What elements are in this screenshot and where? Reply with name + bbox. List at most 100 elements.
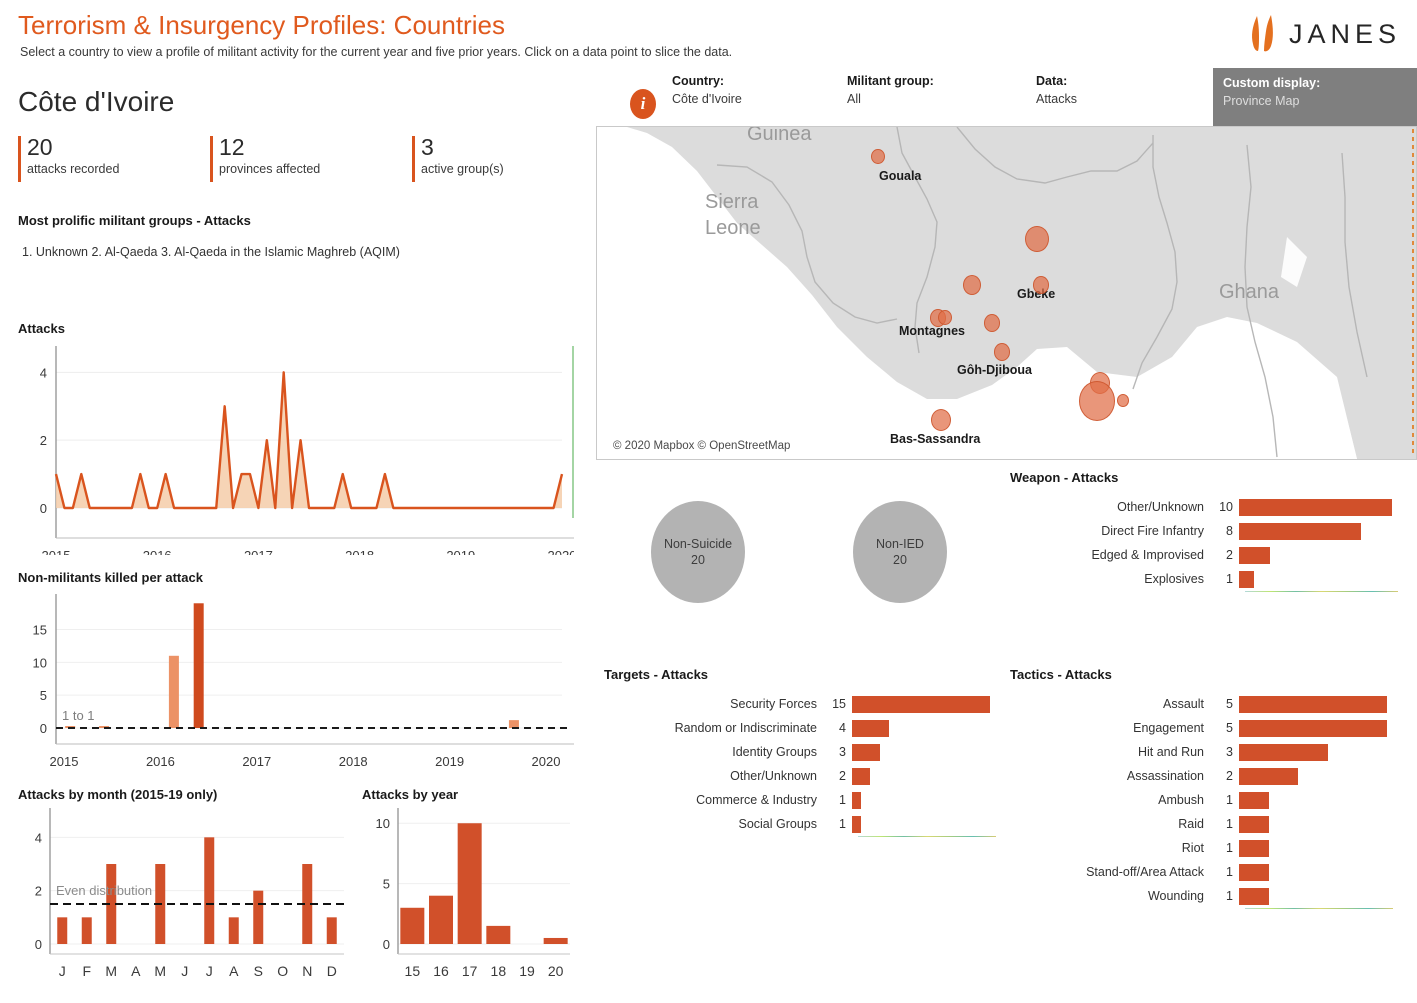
svg-text:18: 18 bbox=[491, 963, 507, 979]
map-province-label-montagnes[interactable]: Montagnes bbox=[899, 324, 965, 338]
bar-row[interactable]: Assassination 2 bbox=[1006, 764, 1411, 788]
bar-row-bar[interactable] bbox=[852, 695, 990, 713]
filter-country[interactable]: Country: Côte d'Ivoire bbox=[672, 74, 742, 106]
bar-row[interactable]: Direct Fire Infantry 8 bbox=[1006, 519, 1411, 543]
attacks-by-year-chart[interactable]: 0 5 10 15 16 17 18 19 20 bbox=[358, 806, 578, 996]
militant-groups-list[interactable]: 1. Unknown 2. Al-Qaeda 3. Al-Qaeda in th… bbox=[22, 245, 400, 259]
filter-country-value: Côte d'Ivoire bbox=[672, 92, 742, 106]
bar-row-label: Raid bbox=[1178, 817, 1204, 831]
bar-row-value: 2 bbox=[839, 769, 846, 783]
bar-row-bar[interactable] bbox=[852, 743, 880, 761]
filter-custom-display[interactable]: Custom display: Province Map bbox=[1213, 68, 1417, 126]
page-subtitle: Select a country to view a profile of mi… bbox=[20, 45, 733, 59]
tactics-attacks-chart[interactable]: Tactics - Attacks Assault 5 Engagement 5 Hit… bbox=[1006, 667, 1411, 909]
map-province-label-gouala[interactable]: Gouala bbox=[879, 169, 921, 183]
attacks-by-month-chart[interactable]: 024Even distributionJ F M A M J J A S O N D bbox=[14, 806, 354, 996]
svg-text:20: 20 bbox=[548, 963, 564, 979]
bar-row[interactable]: Riot 1 bbox=[1006, 836, 1411, 860]
bar-row-bar[interactable] bbox=[1239, 767, 1299, 785]
bar-row[interactable]: Other/Unknown 10 bbox=[1006, 495, 1411, 519]
bar-row-bar[interactable] bbox=[1239, 743, 1328, 761]
filter-data[interactable]: Data: Attacks bbox=[1036, 74, 1077, 106]
map-attack-marker[interactable] bbox=[994, 343, 1010, 361]
non-militants-killed-chart[interactable]: 0 5 10 15 1 to 1 2015 2016 2017 2018 2019 2020 bbox=[14, 588, 574, 773]
bar-row[interactable]: Edged & Improvised 2 bbox=[1006, 543, 1411, 567]
province-map[interactable]: Guinea Sierra Leone Ghana Gouala Gbeke Mo… bbox=[596, 126, 1417, 460]
bar-row[interactable]: Assault 5 bbox=[1006, 692, 1411, 716]
bar-row[interactable]: Raid 1 bbox=[1006, 812, 1411, 836]
weapon-attacks-chart[interactable]: Weapon - Attacks Other/Unknown 10 Direct F… bbox=[1006, 470, 1411, 592]
bar-row-bar[interactable] bbox=[1239, 546, 1270, 564]
bar-row-label: Other/Unknown bbox=[1117, 500, 1204, 514]
bar-row-bar[interactable] bbox=[852, 719, 889, 737]
svg-text:J: J bbox=[59, 963, 66, 979]
bar-row[interactable]: Engagement 5 bbox=[1006, 716, 1411, 740]
bar-row-label: Ambush bbox=[1158, 793, 1204, 807]
svg-text:A: A bbox=[131, 963, 141, 979]
bar-row-bar[interactable] bbox=[852, 767, 871, 785]
bar-row[interactable]: Wounding 1 bbox=[1006, 884, 1411, 908]
bar-row-bar[interactable] bbox=[1239, 839, 1269, 857]
bar-row[interactable]: Security Forces 15 bbox=[602, 692, 1002, 716]
bar-row-bar[interactable] bbox=[1239, 522, 1362, 540]
bar-row-label: Wounding bbox=[1147, 889, 1204, 903]
map-province-label-bas-sassandra[interactable]: Bas-Sassandra bbox=[890, 432, 980, 446]
bar-row-value: 1 bbox=[1226, 865, 1233, 879]
bar-row[interactable]: Social Groups 1 bbox=[602, 812, 1002, 836]
bar-row[interactable]: Ambush 1 bbox=[1006, 788, 1411, 812]
bar-row-bar[interactable] bbox=[1239, 791, 1269, 809]
filter-data-value: Attacks bbox=[1036, 92, 1077, 106]
bar-row[interactable]: Random or Indiscriminate 4 bbox=[602, 716, 1002, 740]
filter-militant-group-value: All bbox=[847, 92, 861, 106]
map-attack-marker[interactable] bbox=[963, 275, 981, 295]
bubble-non-suicide[interactable]: Non-Suicide 20 bbox=[651, 501, 745, 603]
targets-attacks-chart[interactable]: Targets - Attacks Security Forces 15 Rando… bbox=[602, 667, 1002, 837]
bubble-non-ied[interactable]: Non-IED 20 bbox=[853, 501, 947, 603]
bar-row-bar[interactable] bbox=[1239, 695, 1387, 713]
filter-country-label: Country: bbox=[672, 74, 725, 88]
bar-row-bar[interactable] bbox=[852, 791, 862, 809]
kpi-value: 3 bbox=[421, 134, 434, 160]
bar-row[interactable]: Identity Groups 3 bbox=[602, 740, 1002, 764]
weapon-attacks-rows: Other/Unknown 10 Direct Fire Infantry 8 Edge… bbox=[1006, 495, 1411, 592]
kpi-label: provinces affected bbox=[219, 162, 321, 176]
bar-row[interactable]: Commerce & Industry 1 bbox=[602, 788, 1002, 812]
bar-row-bar[interactable] bbox=[1239, 570, 1255, 588]
svg-text:19: 19 bbox=[519, 963, 535, 979]
bar-row[interactable]: Other/Unknown 2 bbox=[602, 764, 1002, 788]
bar-row[interactable]: Stand-off/Area Attack 1 bbox=[1006, 860, 1411, 884]
filter-militant-group[interactable]: Militant group: All bbox=[847, 74, 934, 106]
bar-row-value: 2 bbox=[1226, 769, 1233, 783]
bubble-value: 20 bbox=[893, 553, 907, 567]
bar-row-label: Assassination bbox=[1126, 769, 1204, 783]
bar-row-bar[interactable] bbox=[1239, 719, 1387, 737]
bubble-label: Non-IED bbox=[876, 537, 924, 551]
bar-row-bar[interactable] bbox=[1239, 498, 1392, 516]
map-province-label-goh-djiboua[interactable]: Gôh-Djiboua bbox=[957, 363, 1032, 377]
svg-text:S: S bbox=[254, 963, 263, 979]
bar-row-bar[interactable] bbox=[1239, 863, 1269, 881]
kpi-label: attacks recorded bbox=[27, 162, 120, 176]
map-attack-marker[interactable] bbox=[984, 314, 1000, 332]
militant-groups-title: Most prolific militant groups - Attacks bbox=[18, 213, 251, 228]
bar-row[interactable]: Hit and Run 3 bbox=[1006, 740, 1411, 764]
map-country-label-ghana: Ghana bbox=[1219, 281, 1280, 303]
bar-row[interactable]: Explosives 1 bbox=[1006, 567, 1411, 591]
svg-text:4: 4 bbox=[35, 830, 42, 845]
info-circle-icon[interactable]: i bbox=[630, 89, 656, 119]
bar-row-value: 3 bbox=[1226, 745, 1233, 759]
map-attack-marker[interactable] bbox=[1033, 276, 1049, 294]
bar-row-bar[interactable] bbox=[852, 815, 862, 833]
bar-row-value: 5 bbox=[1226, 697, 1233, 711]
map-attack-marker[interactable] bbox=[1079, 381, 1115, 421]
svg-text:M: M bbox=[105, 963, 117, 979]
bar-row-bar[interactable] bbox=[1239, 887, 1269, 905]
bar-row-label: Other/Unknown bbox=[730, 769, 817, 783]
bar-row-label: Security Forces bbox=[730, 697, 817, 711]
bar-row-label: Engagement bbox=[1133, 721, 1204, 735]
map-attack-marker[interactable] bbox=[931, 409, 951, 431]
svg-text:2020: 2020 bbox=[548, 548, 574, 555]
attacks-timeline-chart[interactable]: 0 2 4 2015 2016 2017 2018 2019 2020 bbox=[14, 340, 574, 555]
bar-row-bar[interactable] bbox=[1239, 815, 1269, 833]
map-right-edge-indicator bbox=[1412, 129, 1414, 457]
